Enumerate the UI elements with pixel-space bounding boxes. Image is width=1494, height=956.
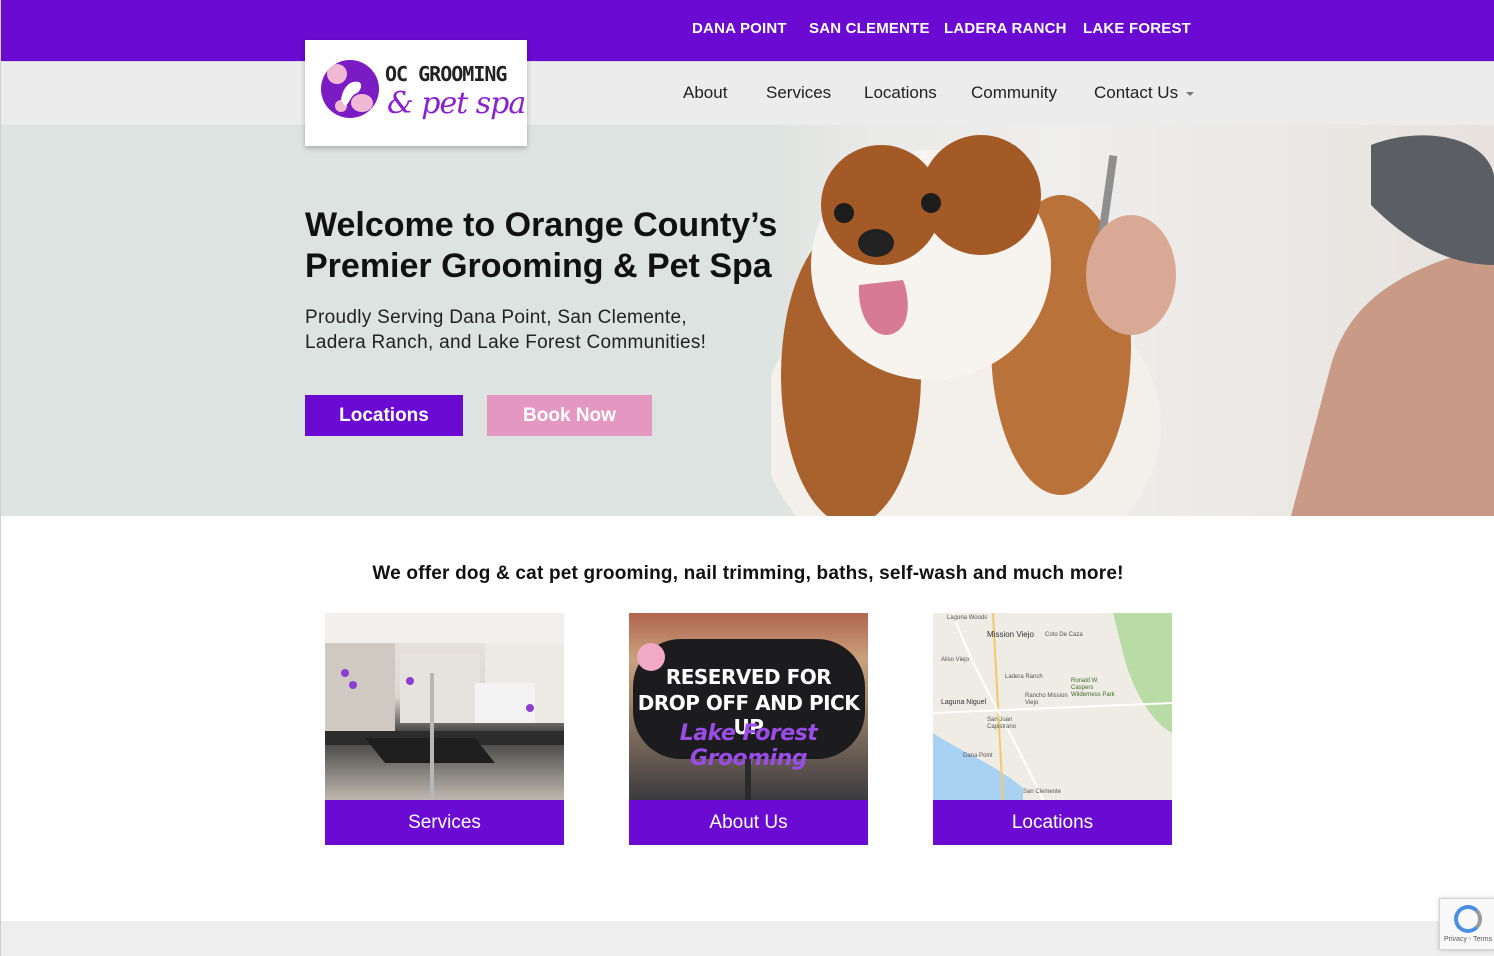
location-link-lake-forest[interactable]: LAKE FOREST	[1083, 20, 1191, 37]
recaptcha-terms[interactable]: Privacy - Terms	[1444, 936, 1492, 943]
logo-title: OC GROOMING	[385, 62, 507, 86]
map-label-san-clemente: San Clemente	[1023, 789, 1062, 795]
map-label-laguna-niguel: Laguna Niguel	[941, 699, 987, 706]
location-link-ladera-ranch[interactable]: LADERA RANCH	[944, 20, 1067, 37]
map-label-caspers: Ronald W. Caspers Wilderness Park	[1071, 678, 1115, 698]
about-us-card-label: About Us	[629, 800, 868, 845]
nav-item-services[interactable]: Services	[766, 83, 831, 103]
hero-locations-button[interactable]: Locations	[305, 395, 463, 436]
map-label-dana-point: Dana Point	[963, 753, 993, 759]
book-now-button[interactable]: Book Now	[487, 395, 652, 436]
main-nav: About Services Locations Community Conta…	[1, 61, 1494, 125]
location-bar: DANA POINT SAN CLEMENTE LADERA RANCH LAK…	[1, 0, 1494, 61]
nav-item-contact-us[interactable]: Contact Us	[1094, 83, 1195, 103]
hero-title-line-2: Premier Grooming & Pet Spa	[305, 247, 772, 285]
location-link-san-clemente[interactable]: SAN CLEMENTE	[809, 20, 930, 37]
location-link-dana-point[interactable]: DANA POINT	[692, 20, 787, 37]
map-label-coto-de-caza: Coto De Caza	[1045, 632, 1083, 638]
map-label-rancho-mission-viejo: Rancho Mission Viejo	[1025, 693, 1068, 706]
hero-subtitle-line-2: Ladera Ranch, and Lake Forest Communitie…	[305, 332, 707, 353]
map-label-laguna-woods: Laguna Woods	[947, 615, 988, 621]
recaptcha-badge[interactable]: Privacy - Terms	[1439, 898, 1494, 950]
map-label-aliso-viejo: Aliso Viejo	[941, 657, 969, 663]
nav-item-community[interactable]: Community	[971, 83, 1057, 103]
locations-card[interactable]: Laguna Woods Mission Viejo Coto De Caza …	[933, 613, 1172, 845]
about-us-card[interactable]: RESERVED FOR DROP OFF AND PICK UP Lake F…	[629, 613, 868, 845]
hero-section: Welcome to Orange County’s Premier Groom…	[1, 125, 1494, 516]
hero-title: Welcome to Orange County’s Premier Groom…	[305, 205, 777, 287]
map-label-san-juan-capistrano: San Juan Capistrano	[987, 717, 1017, 730]
site-logo[interactable]: OC GROOMING & pet spa	[305, 40, 527, 146]
services-card[interactable]: Services	[325, 613, 564, 845]
services-card-image	[325, 613, 564, 800]
logo-script: & pet spa	[387, 86, 526, 121]
about-us-card-image: RESERVED FOR DROP OFF AND PICK UP Lake F…	[629, 613, 868, 800]
recaptcha-icon	[1454, 905, 1482, 933]
hero-subtitle: Proudly Serving Dana Point, San Clemente…	[305, 305, 706, 355]
hero-dog-photo	[761, 125, 1494, 516]
nav-item-about[interactable]: About	[683, 83, 727, 103]
locations-card-label: Locations	[933, 800, 1172, 845]
chevron-down-icon	[1186, 91, 1195, 96]
nav-item-locations[interactable]: Locations	[864, 83, 937, 103]
nav-item-contact-label: Contact Us	[1094, 83, 1179, 102]
map-label-ladera-ranch: Ladera Ranch	[1005, 674, 1043, 680]
map-label-mission-viejo: Mission Viejo	[987, 630, 1034, 639]
logo-dog-emblem-icon	[321, 60, 379, 118]
next-section-preview	[1, 921, 1494, 956]
services-card-label: Services	[325, 800, 564, 845]
hero-subtitle-line-1: Proudly Serving Dana Point, San Clemente…	[305, 307, 687, 328]
hero-title-line-1: Welcome to Orange County’s	[305, 206, 778, 244]
services-tagline: We offer dog & cat pet grooming, nail tr…	[372, 563, 1124, 584]
locations-map-image: Laguna Woods Mission Viejo Coto De Caza …	[933, 613, 1172, 800]
